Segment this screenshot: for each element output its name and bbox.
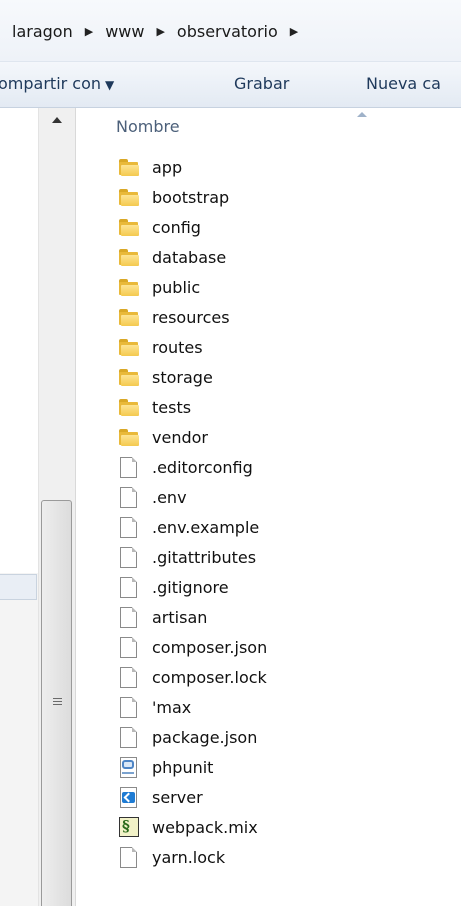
file-name: phpunit <box>152 757 214 777</box>
file-name: database <box>152 247 227 267</box>
file-name: app <box>152 157 183 177</box>
breadcrumb-separator-icon[interactable]: ▶ <box>77 25 101 38</box>
file-icon <box>118 727 140 748</box>
folder-icon <box>118 427 140 447</box>
scroll-up-button[interactable] <box>39 108 75 132</box>
folder-icon <box>118 367 140 387</box>
share-with-button[interactable]: ompartir con ▼ <box>0 74 114 93</box>
file-name: .gitattributes <box>152 547 257 567</box>
folder-icon <box>118 247 140 267</box>
file-icon <box>118 667 140 688</box>
navigation-selected-item[interactable] <box>0 574 37 600</box>
file-name: .gitignore <box>152 577 229 597</box>
folder-icon <box>118 397 140 417</box>
folder-icon <box>118 277 140 297</box>
list-item[interactable]: bootstrap <box>118 182 448 212</box>
folder-icon <box>118 337 140 357</box>
list-item[interactable]: package.json <box>118 722 448 752</box>
list-item[interactable]: composer.json <box>118 632 448 662</box>
file-name: resources <box>152 307 230 327</box>
folder-icon <box>118 307 140 327</box>
list-item[interactable]: app <box>118 152 448 182</box>
list-item[interactable]: .editorconfig <box>118 452 448 482</box>
file-name: yarn.lock <box>152 847 226 867</box>
scroll-up-arrow-icon <box>52 117 62 123</box>
address-bar[interactable]: laragon ▶ www ▶ observatorio ▶ <box>0 0 461 62</box>
navigation-scrollbar[interactable] <box>38 108 75 906</box>
file-icon <box>118 697 140 718</box>
file-icon <box>118 637 140 658</box>
folder-icon <box>118 157 140 177</box>
file-icon <box>118 607 140 628</box>
file-name: artisan <box>152 607 208 627</box>
folder-icon <box>118 187 140 207</box>
list-item[interactable]: composer.lock <box>118 662 448 692</box>
new-folder-button[interactable]: Nueva ca <box>366 74 441 93</box>
scrollbar-thumb[interactable] <box>41 500 72 906</box>
xml-config-file-icon <box>118 757 140 778</box>
file-name: routes <box>152 337 203 357</box>
breadcrumb: laragon ▶ www ▶ observatorio ▶ <box>8 18 306 44</box>
breadcrumb-item-observatorio[interactable]: observatorio <box>173 22 282 41</box>
share-with-label: ompartir con <box>0 74 102 93</box>
file-icon <box>118 547 140 568</box>
list-item[interactable]: .gitignore <box>118 572 448 602</box>
list-item[interactable]: phpunit <box>118 752 448 782</box>
burn-button[interactable]: Grabar <box>234 74 289 93</box>
file-name: composer.json <box>152 637 268 657</box>
file-icon <box>118 457 140 478</box>
breadcrumb-item-www[interactable]: www <box>101 22 148 41</box>
sort-ascending-icon <box>357 112 367 117</box>
dropdown-caret-icon: ▼ <box>105 78 115 92</box>
file-name: tests <box>152 397 192 417</box>
command-toolbar: ompartir con ▼ Grabar Nueva ca <box>0 62 461 108</box>
file-icon <box>118 577 140 598</box>
list-item[interactable]: config <box>118 212 448 242</box>
list-item[interactable]: .env.example <box>118 512 448 542</box>
list-item[interactable]: server <box>118 782 448 812</box>
list-item[interactable]: § webpack.mix <box>118 812 448 842</box>
list-item[interactable]: public <box>118 272 448 302</box>
list-item[interactable]: yarn.lock <box>118 842 448 872</box>
file-name: server <box>152 787 203 807</box>
list-item[interactable]: vendor <box>118 422 448 452</box>
file-name: public <box>152 277 201 297</box>
file-name: .env <box>152 487 187 507</box>
list-item[interactable]: resources <box>118 302 448 332</box>
file-name: .editorconfig <box>152 457 253 477</box>
list-item[interactable]: routes <box>118 332 448 362</box>
list-item[interactable]: artisan <box>118 602 448 632</box>
script-file-icon: § <box>118 817 140 837</box>
folder-icon <box>118 217 140 237</box>
file-name: 'max <box>152 697 192 717</box>
file-name: storage <box>152 367 213 387</box>
breadcrumb-separator-icon[interactable]: ▶ <box>282 25 306 38</box>
file-name: bootstrap <box>152 187 230 207</box>
file-list: app bootstrap config database public resource… <box>118 152 448 872</box>
file-icon <box>118 517 140 538</box>
breadcrumb-separator-icon[interactable]: ▶ <box>148 25 172 38</box>
file-name: config <box>152 217 201 237</box>
file-name: webpack.mix <box>152 817 258 837</box>
list-item[interactable]: storage <box>118 362 448 392</box>
list-item[interactable]: database <box>118 242 448 272</box>
breadcrumb-item-laragon[interactable]: laragon <box>8 22 77 41</box>
file-icon <box>118 847 140 868</box>
file-name: vendor <box>152 427 208 447</box>
pane-splitter[interactable] <box>75 108 76 906</box>
file-name: package.json <box>152 727 258 747</box>
file-name: .env.example <box>152 517 260 537</box>
list-item[interactable]: .gitattributes <box>118 542 448 572</box>
list-item[interactable]: tests <box>118 392 448 422</box>
vscode-file-icon <box>118 787 140 808</box>
file-icon <box>118 487 140 508</box>
column-header: Nombre <box>80 108 461 148</box>
list-item[interactable]: .env <box>118 482 448 512</box>
file-name: composer.lock <box>152 667 267 687</box>
list-item[interactable]: 'max <box>118 692 448 722</box>
scrollbar-grip-icon <box>53 698 62 706</box>
column-header-name[interactable]: Nombre <box>116 117 180 136</box>
